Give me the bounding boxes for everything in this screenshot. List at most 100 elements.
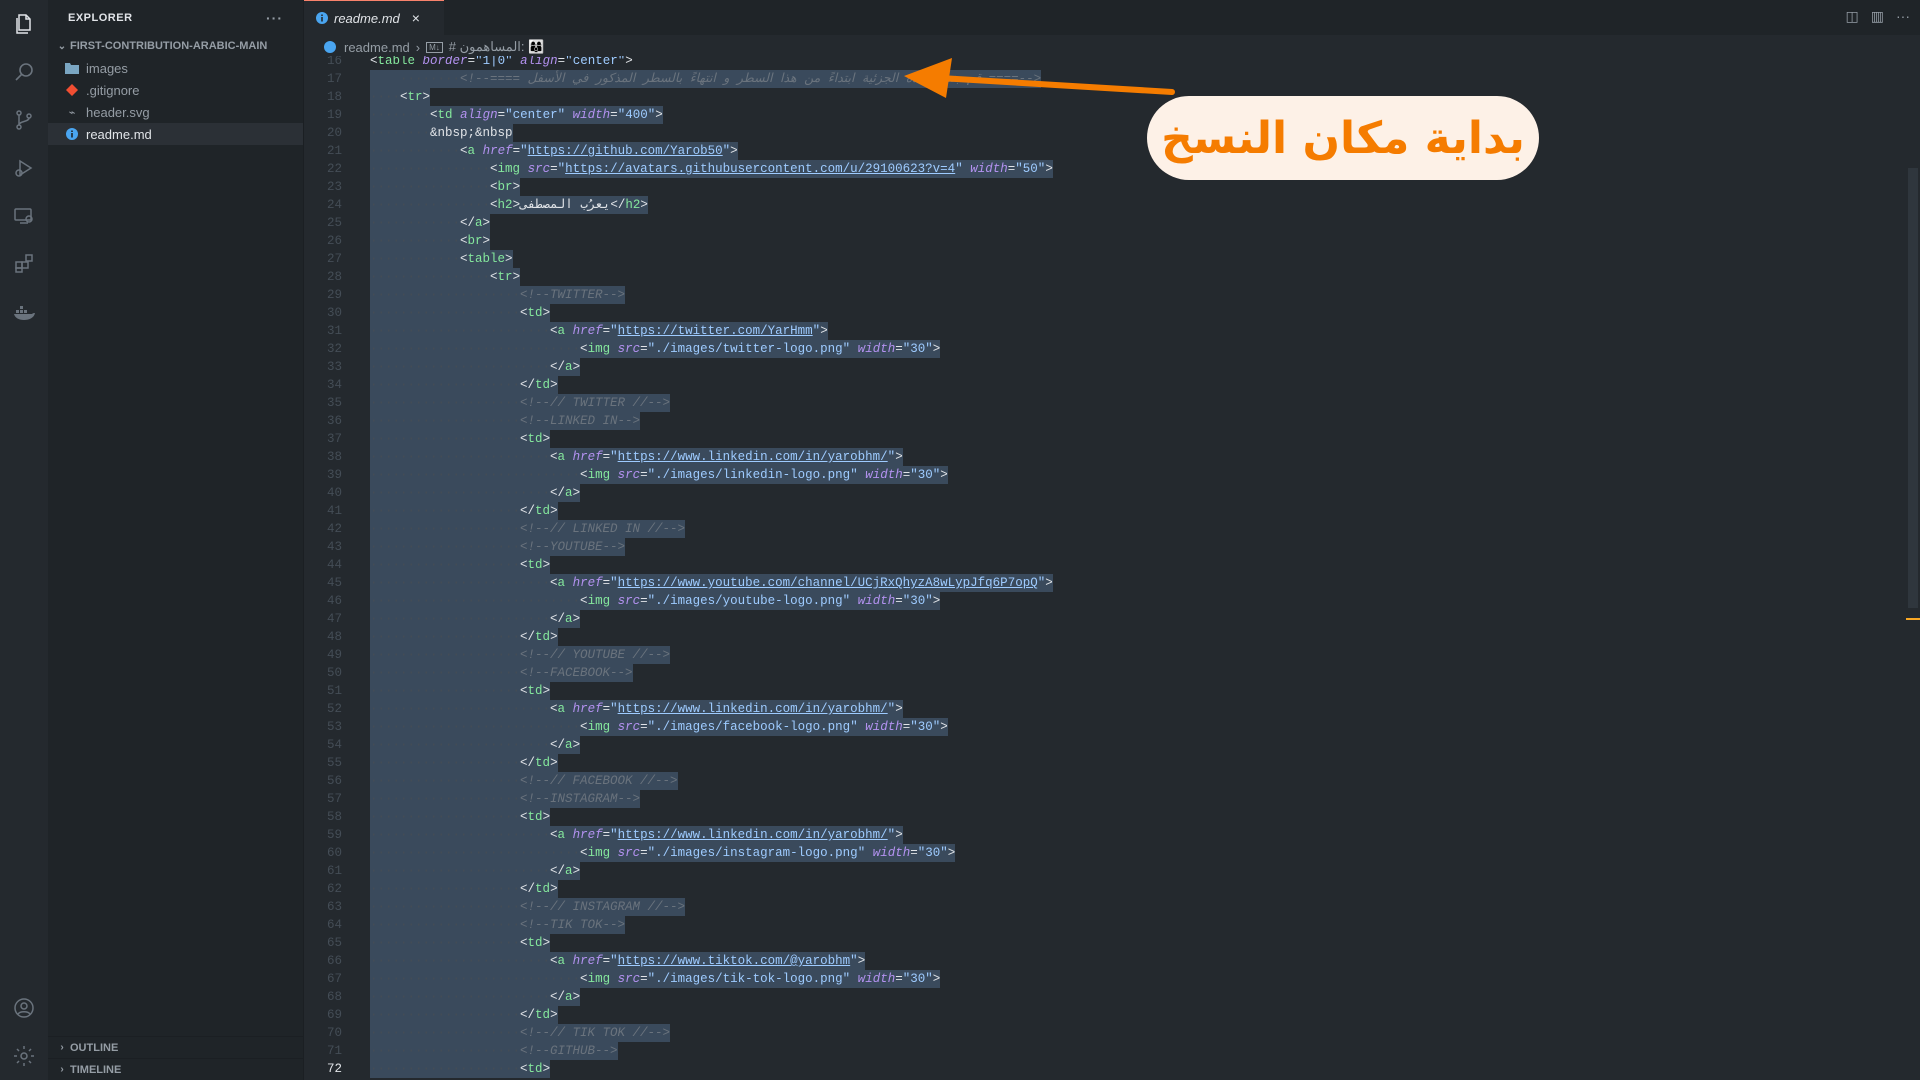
code-line[interactable]: 30 ····················<td> [304,304,1904,322]
code-line[interactable]: 66 ························<a href="https… [304,952,1904,970]
code-line[interactable]: 31 ························<a href="https… [304,322,1904,340]
tab-readme[interactable]: readme.md × [304,0,444,35]
code-line[interactable]: 59 ························<a href="https… [304,826,1904,844]
code-text: ············<br> [370,232,491,250]
remote-explorer-icon[interactable] [0,192,48,240]
code-line[interactable]: 62 ····················</td> [304,880,1904,898]
code-line[interactable]: 35 ····················<!--// TWITTER //-… [304,394,1904,412]
line-number: 71 [326,1044,342,1058]
code-line[interactable]: 45 ························<a href="https… [304,574,1904,592]
outline-section[interactable]: › OUTLINE [48,1036,303,1058]
code-line[interactable]: 39 ····························<img src="… [304,466,1904,484]
account-icon[interactable] [0,984,48,1032]
file-item-header-svg[interactable]: ⌁ header.svg [48,101,303,123]
code-line[interactable]: 49 ····················<!--// YOUTUBE //-… [304,646,1904,664]
code-line[interactable]: 44 ····················<td> [304,556,1904,574]
code-line[interactable]: 41 ····················</td> [304,502,1904,520]
line-number: 21 [326,144,342,158]
code-line[interactable]: 57 ····················<!--INSTAGRAM--> [304,790,1904,808]
code-line[interactable]: 64 ····················<!--TIK TOK--> [304,916,1904,934]
code-line[interactable]: 40 ························</a> [304,484,1904,502]
extensions-icon[interactable] [0,240,48,288]
code-line[interactable]: 71 ····················<!--GITHUB--> [304,1042,1904,1060]
code-line[interactable]: 58 ····················<td> [304,808,1904,826]
code-line[interactable]: 26 ············<br> [304,232,1904,250]
code-line[interactable]: 43 ····················<!--YOUTUBE--> [304,538,1904,556]
code-line[interactable]: 55 ····················</td> [304,754,1904,772]
code-line[interactable]: 37 ····················<td> [304,430,1904,448]
code-line[interactable]: 28 ················<tr> [304,268,1904,286]
breadcrumb-file[interactable]: readme.md [344,40,410,55]
code-line[interactable]: 25 ············</a> [304,214,1904,232]
chevron-down-icon: ⌄ [57,40,67,52]
code-line[interactable]: 29 ····················<!--TWITTER--> [304,286,1904,304]
code-line[interactable]: 61 ························</a> [304,862,1904,880]
code-line[interactable]: 27 ············<table> [304,250,1904,268]
code-line[interactable]: 47 ························</a> [304,610,1904,628]
code-line[interactable]: 42 ····················<!--// LINKED IN /… [304,520,1904,538]
code-text: ····························<img src="./… [370,592,941,610]
code-text: ····················<!--GITHUB--> [370,1042,618,1060]
docker-icon[interactable] [0,288,48,336]
code-line[interactable]: 38 ························<a href="https… [304,448,1904,466]
code-line[interactable]: 32 ····························<img src="… [304,340,1904,358]
editor-scrollbar[interactable] [1906,58,1920,1080]
source-control-icon[interactable] [0,96,48,144]
code-line[interactable]: 51 ····················<td> [304,682,1904,700]
code-line[interactable]: 50 ····················<!--FACEBOOK--> [304,664,1904,682]
file-item-images[interactable]: images [48,57,303,79]
line-number: 48 [326,630,342,644]
settings-gear-icon[interactable] [0,1032,48,1080]
code-line[interactable]: 72 ····················<td> [304,1060,1904,1078]
code-line[interactable]: 65 ····················<td> [304,934,1904,952]
more-actions-icon[interactable]: ··· [266,10,283,26]
code-line[interactable]: 70 ····················<!--// TIK TOK //-… [304,1024,1904,1042]
code-line[interactable]: 69 ····················</td> [304,1006,1904,1024]
code-line[interactable]: 56 ····················<!--// FACEBOOK //… [304,772,1904,790]
code-text: ····················<td> [370,934,551,952]
code-line[interactable]: 52 ························<a href="https… [304,700,1904,718]
code-line[interactable]: 19 ········<td align="center" width="400"… [304,106,1904,124]
breadcrumb-section[interactable]: # المساهمون: 👩‍👩‍👦 [449,39,545,55]
run-debug-icon[interactable] [0,144,48,192]
explorer-title: EXPLORER [68,11,133,24]
scrollbar-marker [1906,618,1920,620]
code-line[interactable]: 22 ················<img src="https://avat… [304,160,1904,178]
code-line[interactable]: 36 ····················<!--LINKED IN--> [304,412,1904,430]
code-line[interactable]: 34 ····················</td> [304,376,1904,394]
file-item-gitignore[interactable]: .gitignore [48,79,303,101]
code-text: ····················<!--YOUTUBE--> [370,538,626,556]
code-line[interactable]: 60 ····························<img src="… [304,844,1904,862]
code-line[interactable]: 24 ················<h2>يعرُب المصطفى</h2> [304,196,1904,214]
file-label: images [86,60,128,76]
timeline-section[interactable]: › TIMELINE [48,1058,303,1080]
close-icon[interactable]: × [412,10,420,26]
root-folder[interactable]: ⌄ FIRST-CONTRIBUTION-ARABIC-MAIN [48,35,303,57]
line-number: 29 [326,288,342,302]
split-editor-icon[interactable]: ▥ [1871,8,1884,25]
code-line[interactable]: 68 ························</a> [304,988,1904,1006]
code-text: ························</a> [370,862,581,880]
code-line[interactable]: 67 ····························<img src="… [304,970,1904,988]
code-line[interactable]: 53 ····························<img src="… [304,718,1904,736]
code-line[interactable]: 23 ················<br> [304,178,1904,196]
git-icon [64,82,80,98]
code-line[interactable]: 54 ························</a> [304,736,1904,754]
scrollbar-thumb[interactable] [1908,168,1918,608]
explorer-icon[interactable] [0,0,48,48]
code-line[interactable]: 46 ····························<img src="… [304,592,1904,610]
code-line[interactable]: 33 ························</a> [304,358,1904,376]
open-preview-icon[interactable]: ◫ [1846,8,1859,25]
line-number: 69 [326,1008,342,1022]
info-file-icon [314,10,330,26]
code-line[interactable]: 48 ····················</td> [304,628,1904,646]
file-item-readme[interactable]: readme.md [48,123,303,145]
line-number: 35 [326,396,342,410]
code-editor[interactable]: 16<table border="1|0" align="center">17💡… [304,56,1920,1080]
code-line[interactable]: 21 ············<a href="https://github.co… [304,142,1904,160]
more-actions-icon[interactable]: ··· [1896,8,1910,25]
code-line[interactable]: 63 ····················<!--// INSTAGRAM /… [304,898,1904,916]
code-line[interactable]: 20 ········&nbsp;&nbsp [304,124,1904,142]
search-icon[interactable] [0,48,48,96]
code-text: ············</a> [370,214,491,232]
